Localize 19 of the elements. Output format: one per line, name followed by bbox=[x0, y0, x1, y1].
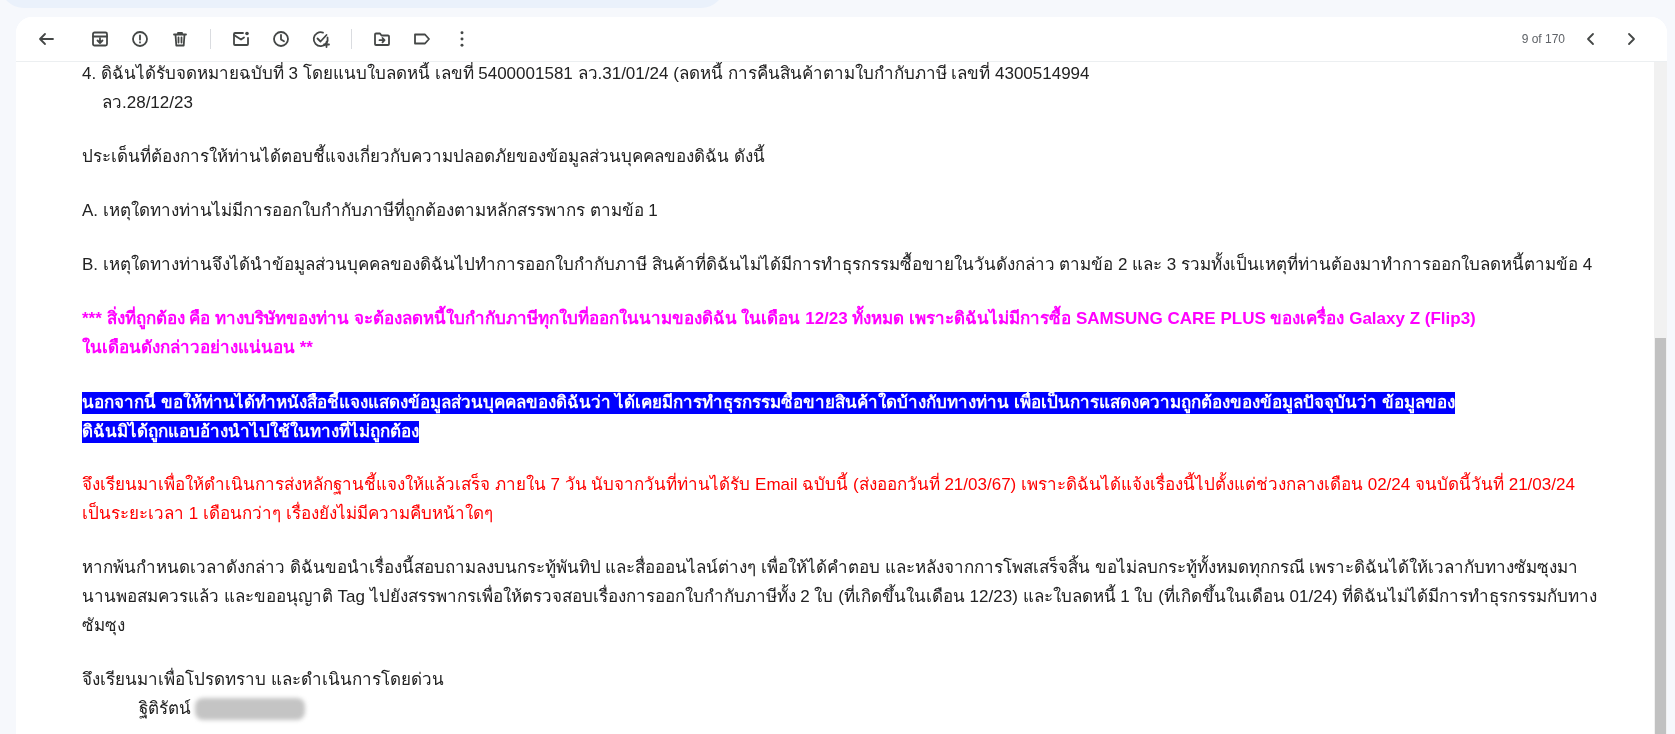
clock-icon bbox=[271, 29, 291, 49]
report-icon bbox=[130, 29, 150, 49]
mail-icon bbox=[231, 29, 251, 49]
scrollbar[interactable] bbox=[1654, 62, 1667, 734]
emphasis-paragraph: *** สิ่งที่ถูกต้อง คือ ทางบริษัทของท่าน จะต้องลดหนี้ใบกำกับภาษีทุกใบที่ออกในนามของดิฉัน ในเดือน 12/23 ทั้งหมด เพราะดิฉันไม่มีการซื้อ SAMSUNG CARE PLUS ของเครื่อง Galaxy Z (Flip3) ในเดือนดังกล่าวอย่างแน่นอน ** bbox=[82, 304, 1654, 362]
warning-paragraph: จึงเรียนมาเพื่อให้ดำเนินการส่งหลักฐานชี้แจงให้แล้วเสร็จ ภายใน 7 วัน นับจากวันที่ท่านได้รับ Email ฉบับนี้ (ส่งออกวันที่ 21/03/67) เพราะดิฉันได้แจ้งเรื่องนี้ไปตั้งแต่ช่วงกลางเดือน 02/24 จนบัดนี้วันที่ 21/03/24 เป็นระยะเวลา 1 เดือนกว่าๆ เรื่องยังไม่มีความคืบหน้าใดๆ bbox=[82, 470, 1654, 528]
archive-icon bbox=[90, 29, 110, 49]
message-paragraph: ประเด็นที่ต้องการให้ท่านได้ตอบชี้แจงเกี่ยวกับความปลอดภัยของข้อมูลส่วนบุคคลของดิฉัน ดังนี้ bbox=[82, 142, 1654, 171]
highlighted-paragraph: นอกจากนี้ ขอให้ท่านได้ทำหนังสือชี้แจงแสดงข้อมูลส่วนบุคคลของดิฉันว่า ได้เคยมีการทำธุรกรรมซื้อขายสินค้าใดบ้างกับทางท่าน เพื่อเป็นการแสดงความถูกต้องของข้อมูลปัจจุบันว่า ข้อมูลของ ดิฉันมิได้ถูกแอบอ้างนำไปใช้ในทางที่ไม่ถูกต้อง bbox=[82, 390, 1456, 445]
add-task-icon bbox=[311, 29, 331, 49]
message-paragraph: B. เหตุใดทางท่านจึงได้นำข้อมูลส่วนบุคคลของดิฉันไปทำการออกใบกำกับภาษี สินค้าที่ดิฉันไม่ได้มีการทำธุรกรรมซื้อขายในวันดังกล่าว ตามข้อ 2 และ 3 รวมทั้งเป็นเหตุที่ท่านต้องมาทำการออกใบลดหนี้ตามข้อ 4 bbox=[82, 250, 1654, 279]
scrollbar-thumb[interactable] bbox=[1655, 338, 1666, 734]
message-paragraph: หากพ้นกำหนดเวลาดังกล่าว ดิฉันขอนำเรื่องนี้สอบถามลงบนกระทู้พันทิป และสื่อออนไลน์ต่างๆ เพื่อให้ได้คำตอบ และหลังจากการโพสเสร็จสิ้น ขอไม่ลบกระทู้ทั้งหมดทุกกรณี เพราะดิฉันได้ให้เวลากับทางซัมซุงมา นานพอสมควรแล้ว และขออนุญาติ Tag ไปยังสรรพากรเพื่อให้ตรวจสอบเรื่องการออกใบกำกับภาษีทั้ง 2 ใบ (ที่เกิดขึ้นในเดือน 12/23) และใบลดหนี้ 1 ใบ (ที่เกิดขึ้นในเดือน 01/24) ที่ดิฉันไม่ได้มีการทำธุรกรรมกับทาง ซัมซุง bbox=[82, 553, 1654, 640]
closing-line: จึงเรียนมาเพื่อโปรดทราบ และดำเนินการโดยด่วน bbox=[82, 665, 1654, 694]
signature-name: ฐิติรัตน์ bbox=[139, 698, 191, 721]
more-icon bbox=[460, 31, 464, 47]
page-counter: 9 of 170 bbox=[1521, 31, 1565, 48]
delete-icon bbox=[170, 29, 190, 49]
message-paragraph: A. เหตุใดทางท่านไม่มีการออกใบกำกับภาษีที่ถูกต้องตามหลักสรรพากร ตามข้อ 1 bbox=[82, 196, 1654, 225]
